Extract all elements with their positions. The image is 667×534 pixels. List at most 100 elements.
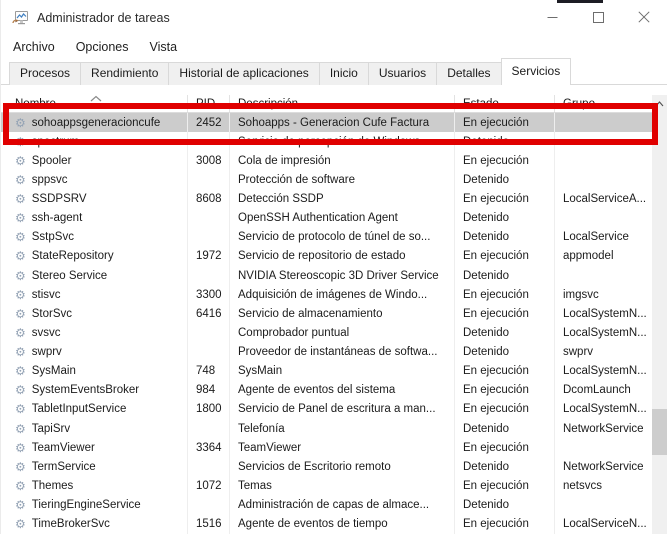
column-header-grupo[interactable]: Grupo bbox=[554, 95, 653, 112]
service-name-cell: TimeBrokerSvc bbox=[1, 515, 187, 534]
services-table: Nombre PID Descripción Estado Grupo soho… bbox=[1, 95, 667, 534]
table-row[interactable]: Themes 1072 Temas En ejecución netsvcs bbox=[1, 476, 652, 495]
service-name: SystemEventsBroker bbox=[32, 384, 139, 396]
table-row[interactable]: TeamViewer 3364 TeamViewer En ejecución bbox=[1, 438, 652, 457]
scrollbar-up-button[interactable] bbox=[652, 95, 667, 112]
service-pid: 3008 bbox=[187, 151, 229, 170]
service-pid bbox=[187, 457, 229, 476]
tab-servicios[interactable]: Servicios bbox=[501, 58, 572, 85]
service-description: Telefonía bbox=[229, 419, 454, 438]
service-name: TieringEngineService bbox=[32, 499, 141, 511]
service-group bbox=[554, 496, 652, 515]
table-row[interactable]: TermService Servicios de Escritorio remo… bbox=[1, 457, 652, 476]
task-manager-icon bbox=[12, 10, 29, 26]
tab-bar: Procesos Rendimiento Historial de aplica… bbox=[1, 58, 667, 85]
service-gear-icon bbox=[15, 346, 26, 358]
service-name: svsvc bbox=[32, 327, 61, 339]
service-name: stisvc bbox=[32, 289, 61, 301]
service-gear-icon bbox=[15, 480, 26, 492]
service-description: Detección SSDP bbox=[229, 190, 454, 209]
table-row[interactable]: TabletInputService 1800 Servicio de Pane… bbox=[1, 400, 652, 419]
service-pid bbox=[187, 323, 229, 342]
service-pid: 6416 bbox=[187, 304, 229, 323]
tab-detalles[interactable]: Detalles bbox=[436, 62, 501, 85]
service-pid: 3300 bbox=[187, 285, 229, 304]
table-row[interactable]: ssh-agent OpenSSH Authentication Agent D… bbox=[1, 209, 652, 228]
service-description: Cola de impresión bbox=[229, 151, 454, 170]
service-name: sohoappsgeneracioncufe bbox=[32, 117, 161, 129]
service-name-cell: SysMain bbox=[1, 362, 187, 381]
vertical-scrollbar[interactable] bbox=[652, 95, 667, 534]
service-gear-icon bbox=[15, 193, 26, 205]
menu-archivo[interactable]: Archivo bbox=[13, 38, 55, 56]
service-status: En ejecución bbox=[454, 476, 554, 495]
table-row[interactable]: SSDPSRV 8608 Detección SSDP En ejecución… bbox=[1, 190, 652, 209]
service-name-cell: swprv bbox=[1, 343, 187, 362]
service-description: NVIDIA Stereoscopic 3D Driver Service bbox=[229, 266, 454, 285]
table-row[interactable]: StateRepository 1972 Servicio de reposit… bbox=[1, 247, 652, 266]
service-pid bbox=[187, 343, 229, 362]
table-row[interactable]: SystemEventsBroker 984 Agente de eventos… bbox=[1, 381, 652, 400]
column-header-descripcion[interactable]: Descripción bbox=[229, 95, 454, 112]
menu-opciones[interactable]: Opciones bbox=[76, 38, 129, 56]
table-row[interactable]: swprv Proveedor de instantáneas de softw… bbox=[1, 343, 652, 362]
table-row[interactable]: StorSvc 6416 Servicio de almacenamiento … bbox=[1, 304, 652, 323]
table-row[interactable]: Spooler 3008 Cola de impresión En ejecuc… bbox=[1, 151, 652, 170]
service-group bbox=[554, 132, 652, 151]
service-pid bbox=[187, 419, 229, 438]
service-name-cell: spectrum bbox=[1, 132, 187, 151]
service-name-cell: SSDPSRV bbox=[1, 190, 187, 209]
tab-historial-de-aplicaciones[interactable]: Historial de aplicaciones bbox=[168, 62, 319, 85]
service-gear-icon bbox=[15, 327, 26, 339]
service-name: Spooler bbox=[32, 155, 72, 167]
service-gear-icon bbox=[15, 270, 26, 282]
service-name: SysMain bbox=[32, 365, 76, 377]
service-description: Servicio de percepción de Windows bbox=[229, 132, 454, 151]
table-row[interactable]: SstpSvc Servicio de protocolo de túnel d… bbox=[1, 228, 652, 247]
service-name-cell: TermService bbox=[1, 457, 187, 476]
service-group: NetworkService bbox=[554, 457, 652, 476]
table-row[interactable]: TapiSrv Telefonía Detenido NetworkServic… bbox=[1, 419, 652, 438]
table-row[interactable]: SysMain 748 SysMain En ejecución LocalSy… bbox=[1, 362, 652, 381]
table-row[interactable]: TieringEngineService Administración de c… bbox=[1, 496, 652, 515]
tab-inicio[interactable]: Inicio bbox=[319, 62, 369, 85]
service-description: Comprobador puntual bbox=[229, 323, 454, 342]
tab-usuarios[interactable]: Usuarios bbox=[368, 62, 437, 85]
service-description: Adquisición de imágenes de Windo... bbox=[229, 285, 454, 304]
service-name: ssh-agent bbox=[32, 212, 83, 224]
menu-vista[interactable]: Vista bbox=[150, 38, 178, 56]
service-description: Servicio de protocolo de túnel de so... bbox=[229, 228, 454, 247]
tab-procesos[interactable]: Procesos bbox=[9, 62, 81, 85]
table-row[interactable]: svsvc Comprobador puntual Detenido Local… bbox=[1, 323, 652, 342]
scrollbar-thumb[interactable] bbox=[652, 409, 667, 455]
screen-capture-artifact bbox=[557, 0, 603, 3]
service-status: Detenido bbox=[454, 132, 554, 151]
tab-rendimiento[interactable]: Rendimiento bbox=[80, 62, 169, 85]
service-description: Temas bbox=[229, 476, 454, 495]
service-gear-icon bbox=[15, 250, 26, 262]
table-row[interactable]: stisvc 3300 Adquisición de imágenes de W… bbox=[1, 285, 652, 304]
table-row[interactable]: Stereo Service NVIDIA Stereoscopic 3D Dr… bbox=[1, 266, 652, 285]
service-status: En ejecución bbox=[454, 285, 554, 304]
service-status: Detenido bbox=[454, 419, 554, 438]
column-header-pid[interactable]: PID bbox=[187, 95, 229, 112]
table-row[interactable]: spectrum Servicio de percepción de Windo… bbox=[1, 132, 652, 151]
sort-ascending-icon bbox=[89, 95, 103, 102]
service-name-cell: SystemEventsBroker bbox=[1, 381, 187, 400]
table-row[interactable]: sohoappsgeneracioncufe 2452 Sohoapps - G… bbox=[1, 113, 652, 132]
service-name-cell: svsvc bbox=[1, 323, 187, 342]
column-header-estado[interactable]: Estado bbox=[454, 95, 554, 112]
table-row[interactable]: sppsvc Protección de software Detenido bbox=[1, 170, 652, 189]
close-button[interactable] bbox=[621, 0, 667, 34]
service-status: Detenido bbox=[454, 209, 554, 228]
service-description: Agente de eventos del sistema bbox=[229, 381, 454, 400]
maximize-button[interactable] bbox=[575, 0, 621, 34]
service-group: swprv bbox=[554, 343, 652, 362]
service-status: En ejecución bbox=[454, 438, 554, 457]
service-description: Agente de eventos de tiempo bbox=[229, 515, 454, 534]
minimize-button[interactable] bbox=[529, 0, 575, 34]
table-row[interactable]: TimeBrokerSvc 1516 Agente de eventos de … bbox=[1, 515, 652, 534]
service-name: TabletInputService bbox=[32, 403, 127, 415]
service-name: sppsvc bbox=[32, 174, 68, 186]
service-group: NetworkService bbox=[554, 419, 652, 438]
